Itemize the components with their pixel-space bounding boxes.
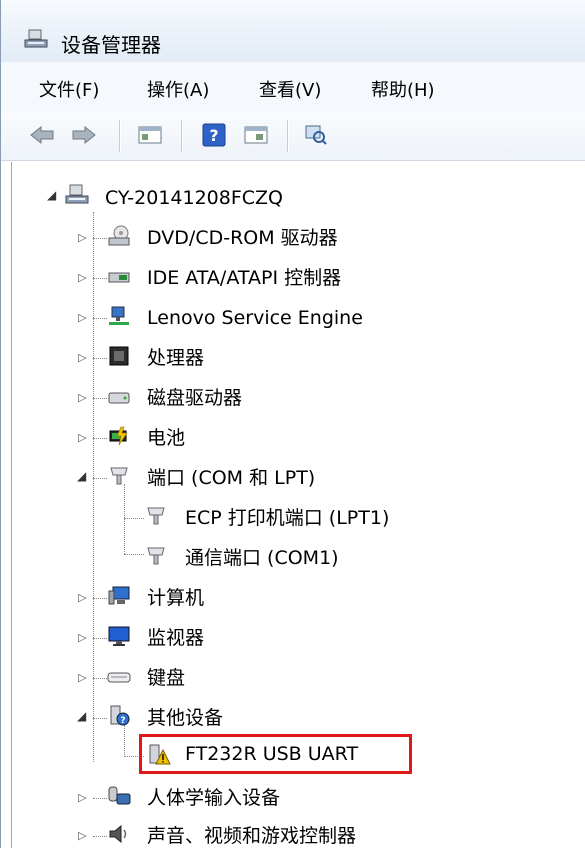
- tree-line: [93, 478, 107, 479]
- scan-hardware-icon[interactable]: [301, 121, 331, 149]
- tree-item-label[interactable]: Lenovo Service Engine: [147, 307, 363, 329]
- device-manager-window: 设备管理器 文件(F) 操作(A) 查看(V) 帮助(H) ? ◢ CY-201…: [0, 0, 585, 848]
- tree-line: [124, 725, 125, 755]
- toolbar-separator: [287, 120, 288, 152]
- tree-item-label[interactable]: IDE ATA/ATAPI 控制器: [147, 267, 341, 289]
- network-service-icon: [109, 306, 129, 325]
- menu-bar: 文件(F) 操作(A) 查看(V) 帮助(H): [1, 62, 585, 113]
- tree-line: [93, 318, 107, 319]
- tree-item-label[interactable]: 其他设备: [147, 707, 223, 729]
- help-icon[interactable]: ?: [199, 121, 229, 149]
- tree-item-label[interactable]: 磁盘驱动器: [147, 387, 242, 409]
- forward-arrow-icon[interactable]: [69, 121, 99, 149]
- menu-file[interactable]: 文件(F): [39, 76, 99, 102]
- svg-text:?: ?: [120, 716, 125, 726]
- speaker-icon: [109, 824, 127, 844]
- tree-line: [93, 798, 107, 799]
- expand-arrow-icon[interactable]: ▷: [78, 232, 86, 243]
- tree-line: [124, 518, 144, 519]
- tree-line: [93, 238, 107, 239]
- menu-help[interactable]: 帮助(H): [371, 76, 435, 102]
- tree-line: [93, 718, 107, 719]
- ide-controller-icon: [108, 272, 130, 283]
- expand-arrow-icon[interactable]: ▷: [78, 312, 86, 323]
- collapse-arrow-icon[interactable]: ◢: [77, 470, 86, 482]
- tree-item-label[interactable]: 声音、视频和游戏控制器: [147, 825, 356, 847]
- tree-line: [93, 638, 107, 639]
- expand-arrow-icon[interactable]: ▷: [78, 632, 86, 643]
- port-icon: [147, 507, 165, 525]
- monitor-icon: [108, 626, 130, 646]
- tree-line: [124, 554, 144, 555]
- tree-item-label[interactable]: DVD/CD-ROM 驱动器: [147, 227, 338, 249]
- tree-item-label[interactable]: 人体学输入设备: [147, 787, 280, 809]
- expand-arrow-icon[interactable]: ▷: [78, 432, 86, 443]
- expand-arrow-icon[interactable]: ▷: [78, 392, 86, 403]
- optical-drive-icon: [108, 225, 130, 246]
- keyboard-icon: [107, 672, 131, 683]
- toolbar-separator: [181, 120, 182, 152]
- tree-line: [93, 598, 107, 599]
- tree-line: [93, 212, 94, 762]
- tree-item-label[interactable]: 电池: [147, 427, 185, 449]
- hid-icon: [108, 786, 131, 805]
- tree-item-label[interactable]: 键盘: [147, 667, 185, 689]
- port-icon: [147, 547, 165, 565]
- expand-arrow-icon[interactable]: ▷: [78, 352, 86, 363]
- tree-line: [93, 358, 107, 359]
- collapse-arrow-icon[interactable]: ◢: [77, 710, 86, 722]
- back-arrow-icon[interactable]: [27, 121, 57, 149]
- tree-line: [93, 398, 107, 399]
- tree-line: [93, 278, 107, 279]
- title-bar: 设备管理器: [1, 0, 585, 62]
- disk-drive-icon: [108, 392, 130, 404]
- collapse-arrow-icon[interactable]: ◢: [47, 189, 56, 201]
- tree-line: [93, 678, 107, 679]
- tree-line: [93, 438, 107, 439]
- port-icon: [110, 467, 128, 485]
- root-computer-label[interactable]: CY-20141208FCZQ: [105, 187, 283, 209]
- unknown-device-icon: ?: [110, 705, 130, 726]
- show-hide-tree-icon[interactable]: [135, 121, 165, 149]
- device-manager-icon: [24, 29, 48, 48]
- menu-action[interactable]: 操作(A): [147, 76, 209, 102]
- computer-icon: [65, 184, 89, 204]
- expand-arrow-icon[interactable]: ▷: [78, 272, 86, 283]
- tree-item-label[interactable]: 通信端口 (COM1): [185, 547, 339, 569]
- svg-text:?: ?: [209, 126, 218, 145]
- tree-item-label[interactable]: 处理器: [147, 347, 204, 369]
- highlight-annotation-box: [139, 734, 412, 774]
- tree-item-label[interactable]: ECP 打印机端口 (LPT1): [185, 507, 389, 529]
- properties-pane-icon[interactable]: [241, 121, 271, 149]
- computer-icon: [108, 586, 130, 605]
- expand-arrow-icon[interactable]: ▷: [78, 592, 86, 603]
- tree-line: [93, 836, 107, 837]
- tree-item-label[interactable]: 计算机: [147, 587, 204, 609]
- expand-arrow-icon[interactable]: ▷: [78, 672, 86, 683]
- expand-arrow-icon[interactable]: ▷: [78, 792, 86, 803]
- menu-view[interactable]: 查看(V): [259, 76, 321, 102]
- window-title: 设备管理器: [61, 33, 161, 57]
- toolbar: ?: [1, 112, 585, 161]
- tree-item-label[interactable]: 监视器: [147, 627, 204, 649]
- tree-line: [124, 484, 125, 554]
- tree-item-label[interactable]: 端口 (COM 和 LPT): [147, 467, 315, 489]
- battery-icon: [109, 426, 128, 446]
- processor-icon: [109, 346, 129, 366]
- toolbar-separator: [119, 120, 120, 152]
- expand-arrow-icon[interactable]: ▷: [78, 830, 86, 841]
